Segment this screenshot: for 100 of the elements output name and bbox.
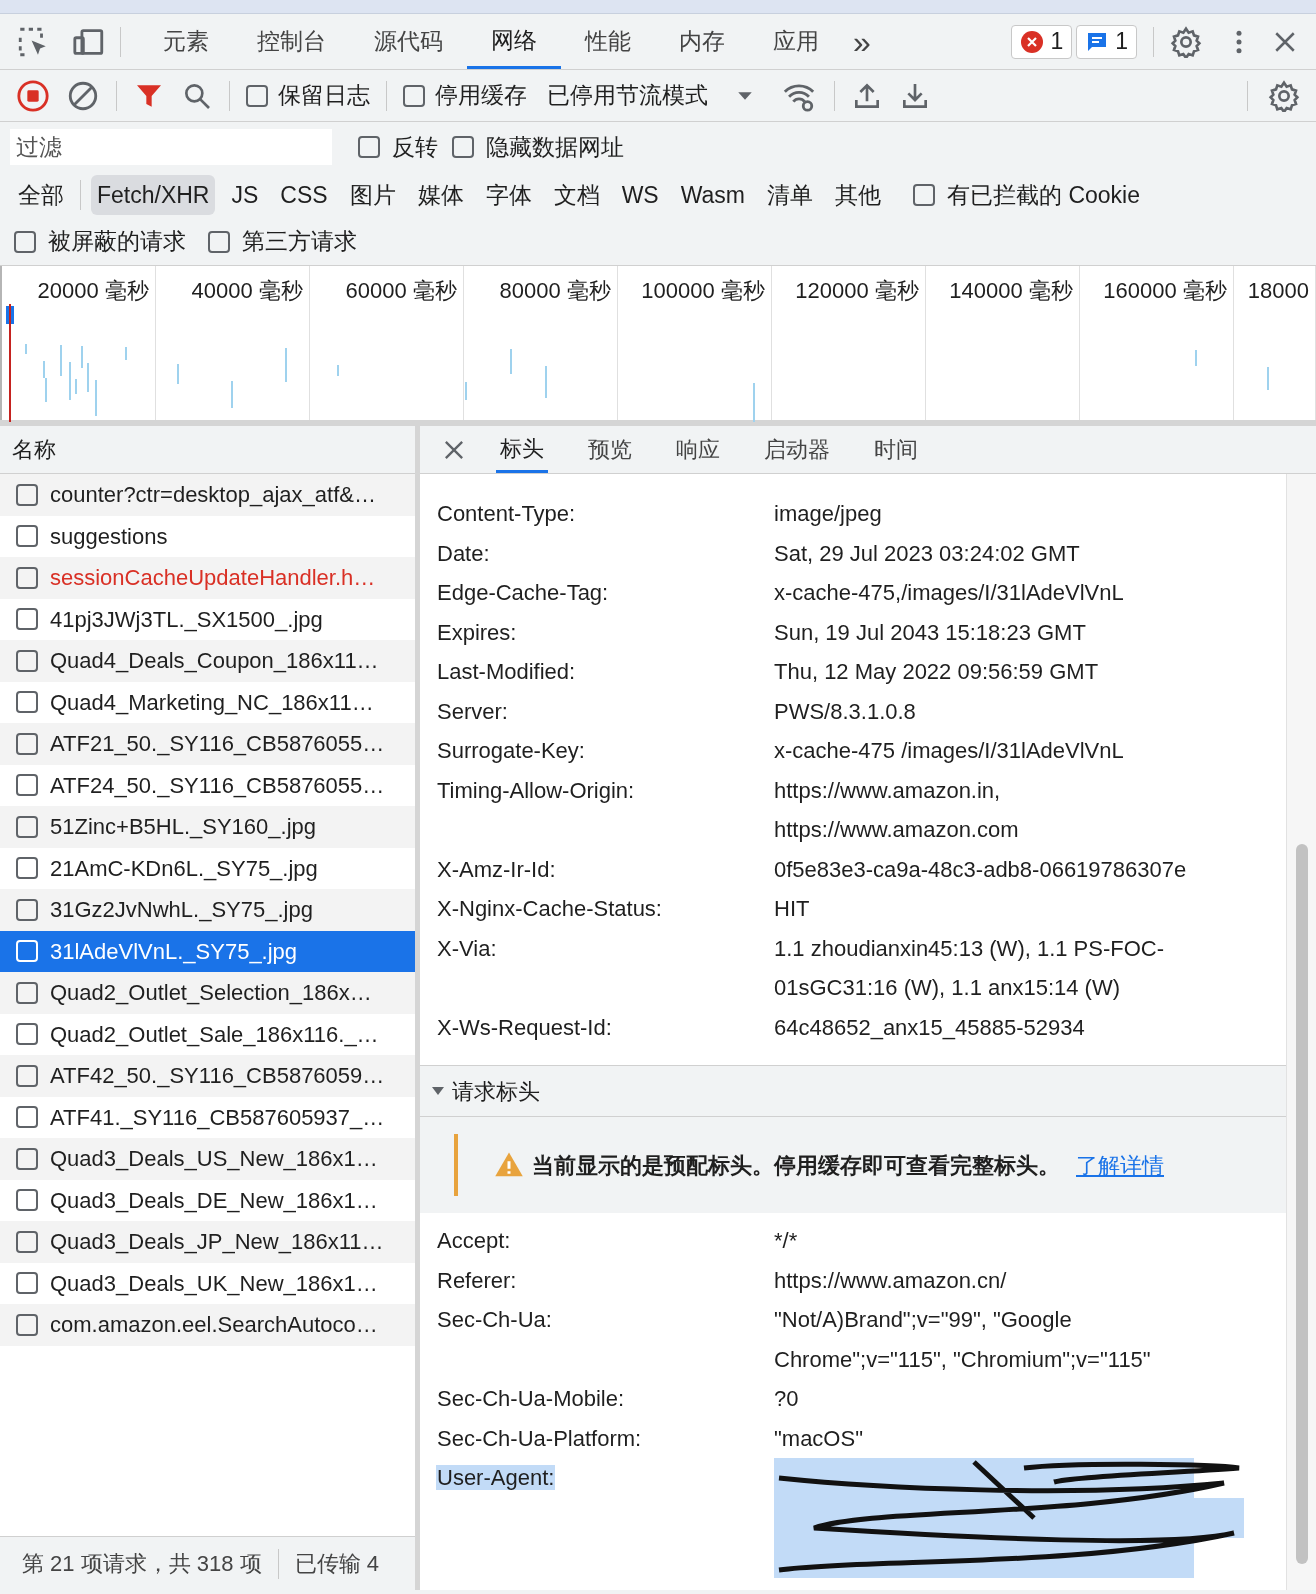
hide-data-urls-label: 隐藏数据网址 <box>486 132 624 162</box>
panel-tab[interactable]: 控制台 <box>233 14 350 69</box>
checkbox[interactable] <box>16 857 38 880</box>
section-header[interactable]: 请求标头 <box>420 1065 1286 1117</box>
type-filter-button[interactable]: 全部 <box>12 175 70 215</box>
checkbox[interactable] <box>16 898 38 921</box>
checkbox[interactable] <box>246 84 268 107</box>
detail-tab[interactable]: 启动器 <box>760 426 834 473</box>
request-name: Quad3_Deals_JP_New_186x11… <box>50 1228 384 1257</box>
request-name: 51Zinc+B5HL._SY160_.jpg <box>50 813 317 842</box>
type-filter-button[interactable]: Fetch/XHR <box>91 175 216 215</box>
checkbox[interactable] <box>16 1189 38 1212</box>
timeline-tick-label: 18000 <box>1247 277 1309 302</box>
stop-recording-icon[interactable] <box>16 78 50 113</box>
panel-tab[interactable]: 元素 <box>139 14 233 69</box>
header-name: Sec-Ch-Ua-Mobile: <box>436 1386 626 1411</box>
header-name: Expires: <box>436 619 518 645</box>
scrollbar-thumb[interactable] <box>1295 844 1308 1564</box>
checkbox[interactable] <box>16 732 38 755</box>
request-row[interactable]: Quad2_Outlet_Selection_186x… <box>0 972 415 1014</box>
checkbox[interactable] <box>16 649 38 672</box>
panel-tab[interactable]: 内存 <box>655 14 749 69</box>
header-value: Sun, 19 Jul 2043 15:18:23 GMT <box>774 618 1087 647</box>
checkbox[interactable] <box>14 230 36 253</box>
header-value: "macOS" <box>774 1424 864 1453</box>
checkbox[interactable] <box>16 1106 38 1129</box>
type-filter-button[interactable]: JS <box>225 175 265 215</box>
more-tabs-button[interactable]: » <box>843 25 881 58</box>
checkbox[interactable] <box>358 136 380 158</box>
header-name: Server: <box>436 698 509 724</box>
checkbox[interactable] <box>16 1272 38 1295</box>
type-filter-button[interactable]: WS <box>615 175 665 215</box>
checkbox[interactable] <box>16 566 38 589</box>
type-filter-button[interactable]: 字体 <box>479 175 538 215</box>
timeline-tick-label: 160000 毫秒 <box>1103 277 1227 302</box>
type-filter-button[interactable]: 媒体 <box>411 175 470 215</box>
checkbox[interactable] <box>208 230 230 253</box>
request-row[interactable]: 51Zinc+B5HL._SY160_.jpg <box>0 806 415 848</box>
error-count-button[interactable]: 1 <box>1011 24 1073 59</box>
request-row[interactable]: 31Gz2JvNwhL._SY75_.jpg <box>0 889 415 931</box>
detail-tab[interactable]: 时间 <box>870 426 922 473</box>
checkbox[interactable] <box>913 184 935 206</box>
request-row[interactable]: com.amazon.eel.SearchAutoco… <box>0 1304 415 1346</box>
type-filter-button[interactable]: 文档 <box>547 175 606 215</box>
request-row[interactable]: ATF42_50._SY116_CB5876059… <box>0 1055 415 1097</box>
checkbox[interactable] <box>16 981 38 1004</box>
timeline-tick-label: 60000 毫秒 <box>345 277 457 302</box>
status-text: 第 21 项请求，共 318 项 <box>22 1550 262 1578</box>
header-value: HIT <box>774 895 811 923</box>
request-name: Quad3_Deals_UK_New_186x1… <box>50 1269 378 1298</box>
detail-tab[interactable]: 预览 <box>584 426 636 473</box>
checkbox[interactable] <box>16 608 38 631</box>
request-row[interactable]: Quad4_Deals_Coupon_186x11… <box>0 640 415 682</box>
checkbox[interactable] <box>16 1230 38 1253</box>
panel-tab[interactable]: 源代码 <box>350 14 467 69</box>
request-row[interactable]: ATF21_50._SY116_CB5876055… <box>0 723 415 765</box>
checkbox[interactable] <box>403 84 425 107</box>
request-row[interactable]: counter?ctr=desktop_ajax_atf&… <box>0 474 415 516</box>
message-count-button[interactable]: 1 <box>1076 24 1137 59</box>
checkbox[interactable] <box>16 1064 38 1087</box>
header-value: */* <box>774 1227 799 1255</box>
request-name: Quad3_Deals_DE_New_186x1… <box>50 1186 378 1215</box>
filter-field[interactable]: 过滤 <box>10 129 332 165</box>
request-row[interactable]: 31lAdeVlVnL._SY75_.jpg <box>0 930 415 972</box>
request-name: ATF42_50._SY116_CB5876059… <box>50 1062 385 1091</box>
type-filter-button[interactable]: 图片 <box>343 175 402 215</box>
header-name: Accept: <box>436 1228 512 1253</box>
checkbox[interactable] <box>452 136 474 158</box>
header-name: X-Amz-Ir-Id: <box>436 856 557 882</box>
checkbox[interactable] <box>16 525 38 548</box>
type-filter-button[interactable]: Wasm <box>674 175 751 215</box>
panel-tab[interactable]: 性能 <box>561 14 655 69</box>
checkbox[interactable] <box>16 691 38 714</box>
checkbox[interactable] <box>16 774 38 797</box>
checkbox[interactable] <box>16 483 38 506</box>
header-name: X-Ws-Request-Id: <box>436 1014 613 1040</box>
network-settings-icon[interactable] <box>1268 79 1300 112</box>
settings-icon[interactable] <box>1170 25 1202 58</box>
header-value: "Not/A)Brand";v="99", "Google Chrome";v="115", "Chromium";v="115" <box>774 1306 1152 1374</box>
request-name: com.amazon.eel.SearchAutoco… <box>50 1311 378 1340</box>
learn-more-link[interactable]: 了解详情 <box>1076 1148 1164 1182</box>
header-name: Referer: <box>436 1267 518 1293</box>
detail-tab[interactable]: 标头 <box>496 426 548 473</box>
request-row[interactable]: sessionCacheUpdateHandler.h… <box>0 557 415 599</box>
panel-tab[interactable]: 网络 <box>467 14 561 69</box>
checkbox[interactable] <box>16 1313 38 1336</box>
request-name: 31lAdeVlVnL._SY75_.jpg <box>50 937 298 966</box>
type-filter-button[interactable]: 其他 <box>829 175 887 215</box>
panel-tab[interactable]: 应用 <box>749 14 843 69</box>
checkbox[interactable] <box>16 1023 38 1046</box>
request-row[interactable]: Quad3_Deals_JP_New_186x11… <box>0 1221 415 1263</box>
type-filter-button[interactable]: CSS <box>274 175 334 215</box>
detail-tab[interactable]: 响应 <box>672 426 724 473</box>
header-value: PWS/8.3.1.0.8 <box>774 697 917 726</box>
checkbox[interactable] <box>16 1147 38 1170</box>
column-header[interactable]: 名称 <box>12 433 56 466</box>
request-row[interactable]: Quad3_Deals_US_New_186x1… <box>0 1138 415 1180</box>
type-filter-button[interactable]: 清单 <box>761 175 819 215</box>
throttling-dropdown[interactable]: 已停用节流模式 <box>547 78 754 113</box>
checkbox[interactable] <box>16 815 38 838</box>
